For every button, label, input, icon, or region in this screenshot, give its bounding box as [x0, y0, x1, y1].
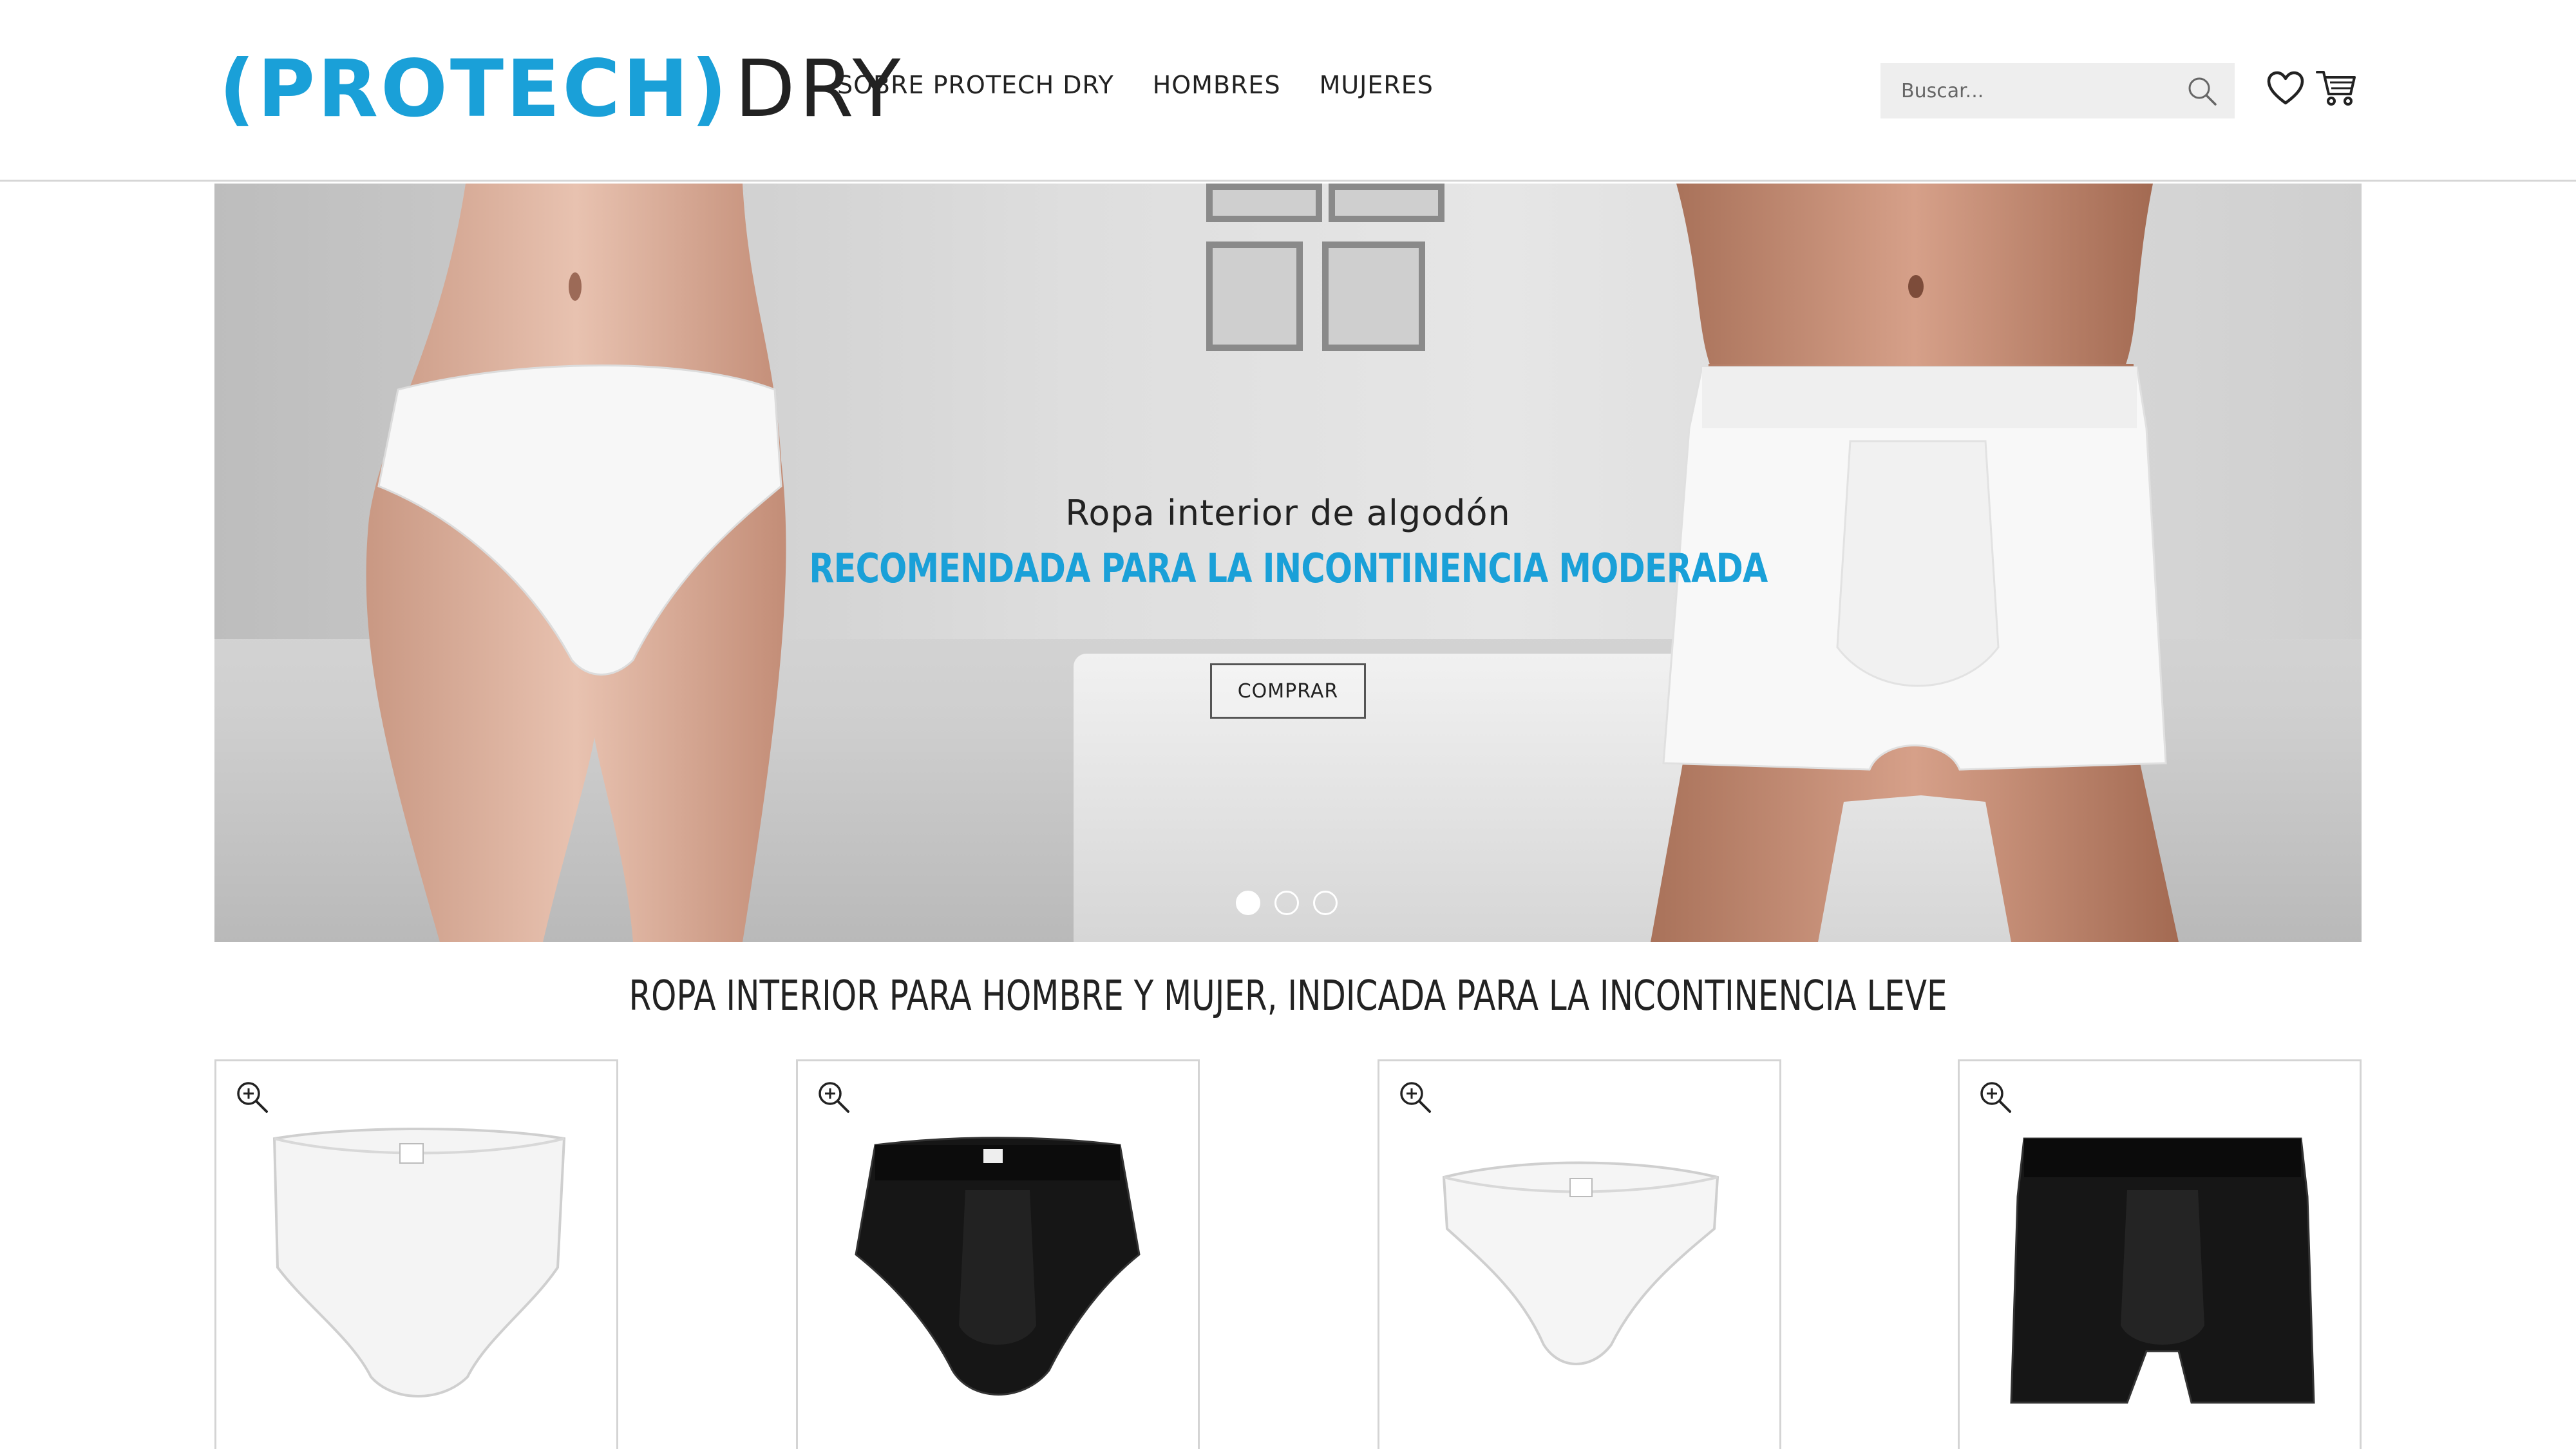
product-image-white-brief	[272, 1128, 566, 1397]
main-nav: SOBRE PROTECH DRY HOMBRES MUJERES	[837, 71, 1434, 99]
product-grid	[214, 1059, 2362, 1449]
nav-item-sobre[interactable]: SOBRE PROTECH DRY	[837, 71, 1114, 99]
product-image-black-boxer	[2010, 1137, 2315, 1404]
cart-icon[interactable]	[2316, 67, 2357, 108]
product-card[interactable]	[1958, 1059, 2362, 1449]
comprar-button[interactable]: COMPRAR	[1210, 663, 1366, 719]
hero-banner[interactable]: Ropa interior de algodón RECOMENDADA PAR…	[214, 184, 2362, 942]
zoom-in-icon[interactable]	[234, 1079, 269, 1114]
section-title: Ropa interior para hombre y mujer, indic…	[629, 972, 1947, 1020]
product-image-white-bikini	[1442, 1161, 1719, 1365]
logo-brand: (PROTECH)	[219, 43, 730, 135]
carousel-dot-1[interactable]	[1236, 891, 1260, 915]
search-icon[interactable]	[2186, 75, 2218, 107]
zoom-in-icon[interactable]	[1397, 1079, 1432, 1114]
site-header: (PROTECH) DRY SOBRE PROTECH DRY HOMBRES …	[0, 0, 2576, 182]
logo[interactable]: (PROTECH) DRY	[219, 44, 904, 134]
wall-frame	[1322, 242, 1425, 351]
product-card[interactable]	[1378, 1059, 1781, 1449]
product-card[interactable]	[214, 1059, 618, 1449]
zoom-in-icon[interactable]	[816, 1079, 851, 1114]
carousel-dot-3[interactable]	[1313, 891, 1338, 915]
product-image-black-brief	[855, 1137, 1141, 1396]
product-card[interactable]	[796, 1059, 1200, 1449]
carousel-dot-2[interactable]	[1274, 891, 1299, 915]
hero-subtitle: Ropa interior de algodón	[1065, 493, 1511, 533]
wall-frame	[1206, 242, 1303, 351]
nav-item-hombres[interactable]: HOMBRES	[1153, 71, 1281, 99]
wall-frame	[1329, 184, 1444, 222]
zoom-in-icon[interactable]	[1978, 1079, 2012, 1114]
hero-text: Ropa interior de algodón RECOMENDADA PAR…	[214, 493, 2362, 592]
search-input[interactable]	[1880, 63, 2177, 118]
search-box	[1880, 63, 2235, 118]
heart-icon[interactable]	[2267, 71, 2304, 106]
carousel-dots	[1236, 891, 1338, 915]
wall-frame	[1206, 184, 1322, 222]
hero-headline: RECOMENDADA PARA LA INCONTINENCIA MODERA…	[808, 545, 1768, 592]
nav-item-mujeres[interactable]: MUJERES	[1320, 71, 1434, 99]
